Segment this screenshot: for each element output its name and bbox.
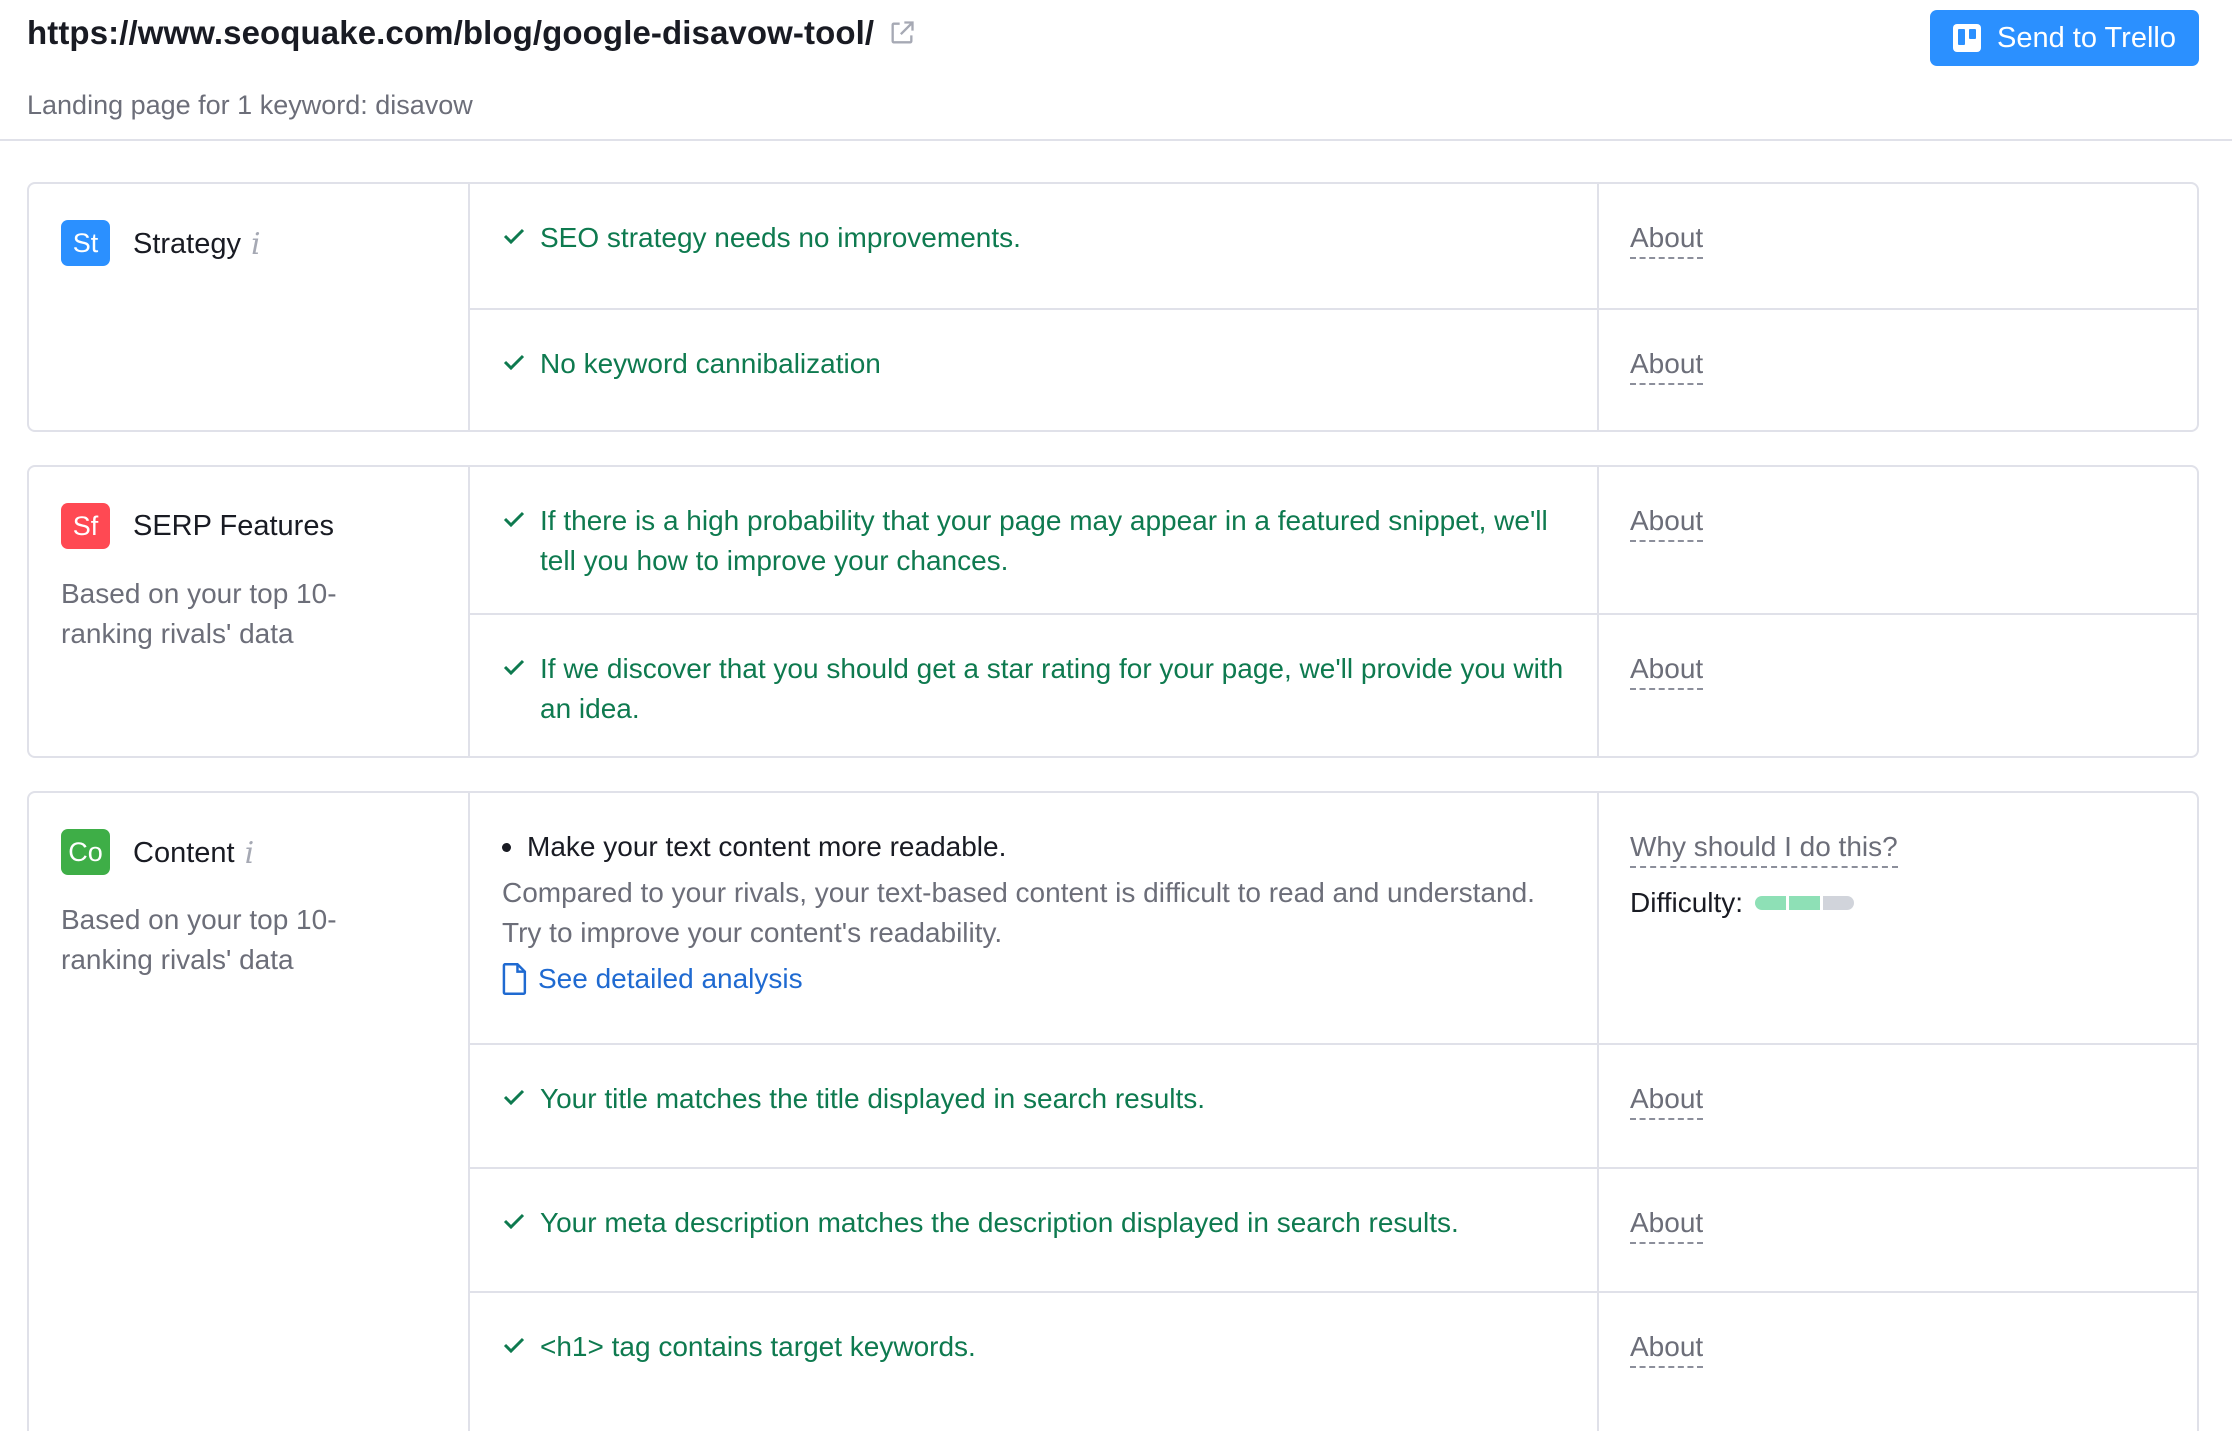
document-icon [502, 963, 527, 995]
section-serp-header: Sf SERP Features Based on your top 10-ra… [29, 467, 470, 756]
list-item: <h1> tag contains target keywords. About [470, 1291, 2197, 1433]
content-title: Content i [133, 836, 254, 871]
item-text: Your title matches the title displayed i… [540, 1083, 1206, 1114]
section-strategy-header: St Strategy i [29, 184, 470, 430]
check-row: Your title matches the title displayed i… [502, 1079, 1580, 1119]
section-strategy: St Strategy i SEO strategy needs no impr… [27, 182, 2199, 432]
check-row: If there is a high probability that your… [502, 501, 1580, 581]
difficulty-segment [1789, 896, 1821, 910]
serp-description: Based on your top 10-ranking rivals' dat… [61, 578, 337, 649]
check-row: <h1> tag contains target keywords. [502, 1327, 1580, 1367]
difficulty-segment [1755, 896, 1787, 910]
list-item: Your meta description matches the descri… [470, 1167, 2197, 1291]
page-subtitle: Landing page for 1 keyword: disavow [27, 90, 473, 120]
page-header: https://www.seoquake.com/blog/google-dis… [0, 0, 2232, 141]
difficulty-bar [1755, 896, 1855, 910]
serp-badge: Sf [61, 503, 110, 549]
why-should-i-do-this-link[interactable]: Why should I do this? [1630, 830, 1898, 868]
section-content-header: Co Content i Based on your top 10-rankin… [29, 793, 470, 1431]
external-link-icon[interactable] [888, 19, 916, 47]
page-url[interactable]: https://www.seoquake.com/blog/google-dis… [27, 14, 874, 52]
list-item: Make your text content more readable. Co… [470, 793, 2197, 1043]
see-detailed-analysis-link[interactable]: See detailed analysis [502, 963, 803, 995]
content-badge: Co [61, 829, 110, 875]
difficulty-label: Difficulty: [1630, 887, 1744, 918]
list-item: No keyword cannibalization About [470, 308, 2197, 432]
item-text: No keyword cannibalization [540, 348, 881, 379]
content-description: Based on your top 10-ranking rivals' dat… [61, 904, 337, 975]
check-icon [503, 1213, 525, 1230]
about-link[interactable]: About [1630, 221, 1704, 259]
todo-title: Make your text content more readable. [502, 831, 1006, 863]
check-row: No keyword cannibalization [502, 344, 1580, 384]
check-row: If we discover that you should get a sta… [502, 649, 1580, 729]
about-link[interactable]: About [1630, 1082, 1704, 1120]
content-title-text: Content [133, 837, 235, 869]
about-link[interactable]: About [1630, 347, 1704, 385]
check-row: Your meta description matches the descri… [502, 1203, 1580, 1243]
item-text: If we discover that you should get a sta… [540, 653, 1564, 724]
difficulty-segment [1823, 896, 1855, 910]
serp-title-text: SERP Features [133, 510, 334, 542]
todo-title-text: Make your text content more readable. [527, 831, 1007, 862]
section-content: Co Content i Based on your top 10-rankin… [27, 791, 2199, 1431]
item-text: Your meta description matches the descri… [540, 1207, 1459, 1238]
info-icon[interactable]: i [245, 836, 255, 871]
item-text: If there is a high probability that your… [540, 505, 1548, 576]
send-to-trello-label: Send to Trello [1997, 21, 2176, 54]
send-to-trello-button[interactable]: Send to Trello [1930, 10, 2199, 66]
section-serp-features: Sf SERP Features Based on your top 10-ra… [27, 465, 2199, 758]
bullet-icon [502, 842, 511, 852]
list-item: If we discover that you should get a sta… [470, 613, 2197, 758]
about-link[interactable]: About [1630, 1330, 1704, 1368]
url-row: https://www.seoquake.com/blog/google-dis… [27, 14, 916, 52]
list-item: If there is a high probability that your… [470, 467, 2197, 613]
check-icon [503, 354, 525, 371]
item-text: <h1> tag contains target keywords. [540, 1331, 976, 1362]
trello-icon [1953, 24, 1982, 52]
todo-description: Compared to your rivals, your text-based… [502, 877, 1535, 948]
item-text: SEO strategy needs no improvements. [540, 222, 1021, 253]
about-link[interactable]: About [1630, 1206, 1704, 1244]
about-link[interactable]: About [1630, 652, 1704, 690]
difficulty-indicator: Difficulty: [1630, 887, 1855, 919]
strategy-badge: St [61, 220, 110, 266]
strategy-title-text: Strategy [133, 228, 241, 260]
serp-title: SERP Features [133, 510, 334, 543]
check-icon [503, 1089, 525, 1106]
list-item: SEO strategy needs no improvements. Abou… [470, 184, 2197, 308]
strategy-title: Strategy i [133, 227, 261, 262]
check-icon [503, 659, 525, 676]
about-link[interactable]: About [1630, 504, 1704, 542]
see-detailed-analysis-label: See detailed analysis [538, 963, 803, 994]
check-icon [503, 511, 525, 528]
check-row: SEO strategy needs no improvements. [502, 218, 1580, 258]
check-icon [503, 1337, 525, 1354]
list-item: Your title matches the title displayed i… [470, 1043, 2197, 1167]
check-icon [503, 228, 525, 245]
info-icon[interactable]: i [251, 227, 261, 262]
